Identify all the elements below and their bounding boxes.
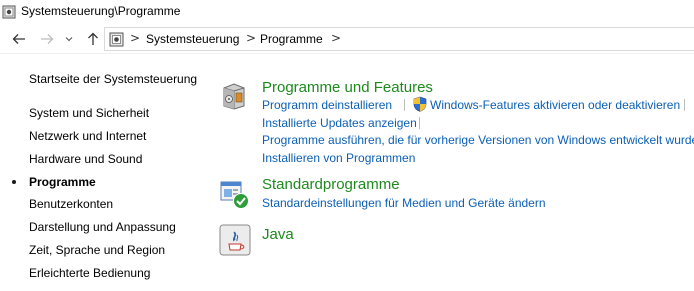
control-panel-icon <box>109 32 124 47</box>
uninstall-program-link[interactable]: Programm deinstallieren <box>262 98 392 112</box>
install-programs-link[interactable]: Installieren von Programmen <box>262 151 415 165</box>
recent-locations-button[interactable] <box>63 30 75 48</box>
sidebar-item-system-security[interactable]: System und Sicherheit <box>29 106 149 120</box>
sidebar-item-appearance[interactable]: Darstellung und Anpassung <box>29 220 176 234</box>
arrow-right-icon <box>41 34 54 44</box>
sidebar-item-ease-of-access[interactable]: Erleichterte Bedienung <box>29 266 150 280</box>
windows-features-link[interactable]: Windows-Features aktivieren oder deaktiv… <box>430 98 680 112</box>
breadcrumb-item-systemsteuerung[interactable]: Systemsteuerung <box>146 32 239 46</box>
uac-shield-icon <box>413 96 427 112</box>
address-bar[interactable]: > Systemsteuerung > Programme > <box>104 27 694 51</box>
programs-features-title[interactable]: Programme und Features <box>262 79 433 96</box>
default-programs-icon <box>220 181 249 209</box>
navigation-bar: > Systemsteuerung > Programme > <box>0 24 694 54</box>
active-item-bullet <box>12 180 16 184</box>
up-button[interactable] <box>84 30 102 48</box>
link-separator <box>419 117 420 129</box>
sidebar-item-network-internet[interactable]: Netzwerk und Internet <box>29 129 146 143</box>
default-settings-link[interactable]: Standardeinstellungen für Medien und Ger… <box>262 196 546 210</box>
default-programs-title[interactable]: Standardprogramme <box>262 176 400 193</box>
chevron-down-icon <box>65 37 73 42</box>
breadcrumb-separator[interactable]: > <box>130 31 140 45</box>
link-separator <box>684 99 685 111</box>
programs-box-icon <box>223 83 245 110</box>
title-bar: Systemsteuerung\Programme <box>0 0 694 24</box>
installed-updates-link[interactable]: Installierte Updates anzeigen <box>262 116 417 130</box>
back-button[interactable] <box>10 30 28 48</box>
breadcrumb-item-programme[interactable]: Programme <box>260 32 323 46</box>
sidebar-item-programme[interactable]: Programme <box>29 175 96 189</box>
sidebar-item-hardware-sound[interactable]: Hardware und Sound <box>29 152 142 166</box>
arrow-left-icon <box>12 34 25 44</box>
forward-button[interactable] <box>38 30 56 48</box>
sidebar-item-user-accounts[interactable]: Benutzerkonten <box>29 197 113 211</box>
link-separator <box>404 99 405 111</box>
breadcrumb-separator[interactable]: > <box>246 31 256 45</box>
control-panel-icon <box>2 5 16 19</box>
sidebar-home-link[interactable]: Startseite der Systemsteuerung <box>29 72 197 86</box>
window-title: Systemsteuerung\Programme <box>21 4 181 18</box>
java-icon <box>219 224 251 256</box>
java-title[interactable]: Java <box>262 226 294 243</box>
arrow-up-icon <box>88 32 98 45</box>
breadcrumb-separator[interactable]: > <box>331 31 341 45</box>
compatibility-link[interactable]: Programme ausführen, die für vorherige V… <box>262 133 694 147</box>
sidebar-item-clock-region[interactable]: Zeit, Sprache und Region <box>29 243 165 257</box>
